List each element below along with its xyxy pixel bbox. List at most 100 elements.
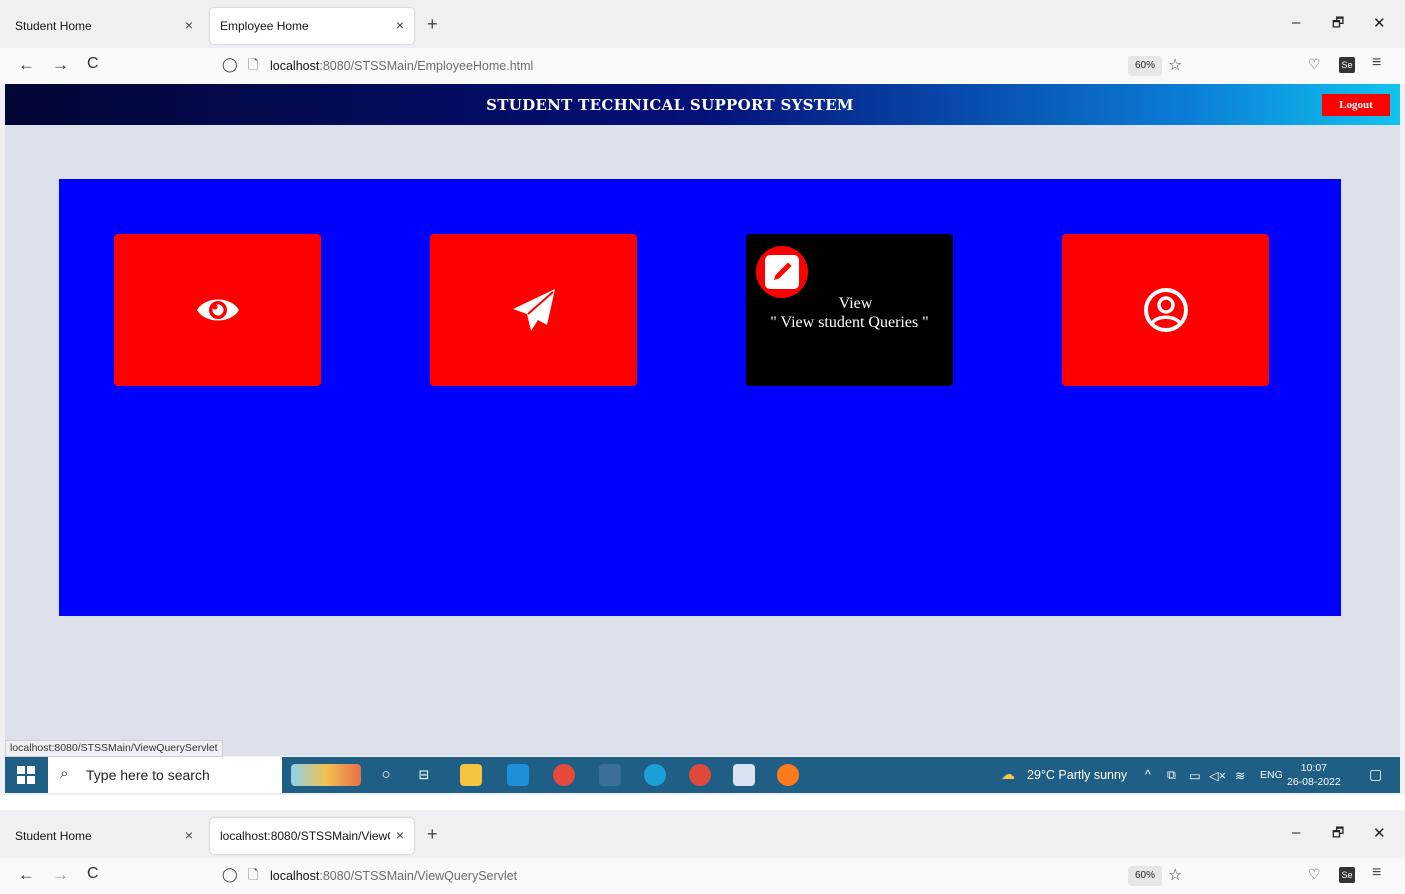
windows-taskbar: ⌕ Type here to search ○ ⊟ ☁ 29°C Partly …	[5, 757, 1400, 793]
firefox-icon[interactable]	[777, 764, 799, 786]
chrome-icon[interactable]	[553, 764, 575, 786]
forward-button[interactable]: →	[52, 55, 69, 75]
card-caption-title: View	[838, 295, 873, 312]
view-queries-card[interactable]: View " View student Queries "	[746, 234, 953, 386]
volume-icon[interactable]: ◁×	[1209, 768, 1226, 783]
close-tab-icon[interactable]: ×	[396, 827, 404, 843]
pocket-icon[interactable]: ♡	[1308, 56, 1321, 73]
send-card[interactable]	[430, 234, 637, 386]
minimize-button[interactable]: –	[1292, 14, 1300, 31]
user-circle-icon	[1143, 288, 1188, 332]
search-highlight-icon[interactable]	[291, 764, 361, 786]
clock[interactable]: 10:07 26-08-2022	[1287, 761, 1341, 789]
pocket-icon[interactable]: ♡	[1308, 866, 1321, 883]
forward-button[interactable]: →	[52, 865, 69, 885]
new-tab-button[interactable]: +	[427, 14, 438, 35]
clock-date: 26-08-2022	[1287, 776, 1341, 788]
eye-icon	[196, 299, 239, 321]
close-window-button[interactable]: ✕	[1373, 14, 1386, 32]
page-icon[interactable]: 🗋	[248, 56, 258, 78]
extension-icon[interactable]: Se	[1339, 57, 1355, 73]
app-icon[interactable]	[599, 764, 621, 786]
reload-button[interactable]: C	[87, 865, 99, 883]
minimize-button[interactable]: –	[1292, 824, 1300, 841]
site-title: STUDENT TECHNICAL SUPPORT SYSTEM	[486, 96, 854, 114]
tab-employee-home[interactable]: Employee Home ×	[210, 8, 414, 44]
profile-card[interactable]	[1062, 234, 1269, 386]
windows-start-icon[interactable]	[17, 766, 35, 784]
browser-window-employee-home: Student Home × Employee Home × + – 🗗 ✕ ←…	[0, 0, 1405, 800]
card-caption: View " View student Queries "	[746, 294, 953, 332]
site-header: STUDENT TECHNICAL SUPPORT SYSTEM Logout	[5, 84, 1400, 125]
dashboard-panel: View " View student Queries "	[59, 179, 1341, 616]
browser-icon[interactable]	[689, 764, 711, 786]
network-icon[interactable]: ⧉	[1167, 768, 1176, 783]
tab-student-home[interactable]: Student Home ×	[5, 8, 203, 44]
status-bar-link: localhost:8080/STSSMain/ViewQueryServlet	[5, 740, 223, 757]
notification-icon[interactable]: ▢	[1369, 766, 1382, 783]
restore-button[interactable]: 🗗	[1332, 14, 1344, 36]
url-host: localhost	[270, 869, 320, 883]
tab-strip: Student Home × Employee Home × + – 🗗 ✕	[0, 0, 1405, 48]
tab-label: Student Home	[15, 19, 92, 33]
edge-icon[interactable]	[644, 764, 666, 786]
wifi-icon[interactable]: ≋	[1235, 768, 1245, 783]
url-bar[interactable]: ◯ 🗋 localhost:8080/STSSMain/ViewQuerySer…	[208, 862, 1198, 890]
language-indicator[interactable]: ENG	[1260, 769, 1283, 781]
edit-badge	[756, 246, 808, 298]
virtualbox-icon[interactable]	[733, 764, 755, 786]
close-window-button[interactable]: ✕	[1373, 824, 1386, 842]
extension-icon[interactable]: Se	[1339, 867, 1355, 883]
zoom-level[interactable]: 60%	[1128, 56, 1162, 76]
clock-time: 10:07	[1300, 762, 1327, 774]
tab-label: Employee Home	[220, 19, 309, 33]
menu-icon[interactable]: ≡	[1372, 864, 1381, 882]
file-explorer-icon[interactable]	[460, 764, 482, 786]
browser-window-view-queries: Student Home × localhost:8080/STSSMain/V…	[0, 810, 1405, 894]
bookmark-star-icon[interactable]: ☆	[1168, 55, 1182, 75]
menu-icon[interactable]: ≡	[1372, 54, 1381, 72]
back-button[interactable]: ←	[18, 55, 35, 75]
mail-icon[interactable]	[507, 764, 529, 786]
view-card[interactable]	[114, 234, 321, 386]
weather-text[interactable]: 29°C Partly sunny	[1027, 768, 1127, 782]
paper-plane-icon	[512, 289, 555, 331]
tab-view-query[interactable]: localhost:8080/STSSMain/ViewQuer ×	[210, 818, 414, 854]
tab-strip: Student Home × localhost:8080/STSSMain/V…	[0, 810, 1405, 858]
reload-button[interactable]: C	[87, 55, 99, 73]
logout-button[interactable]: Logout	[1322, 94, 1390, 116]
taskbar-search[interactable]: ⌕ Type here to search	[48, 757, 282, 793]
url-text[interactable]: localhost:8080/STSSMain/EmployeeHome.htm…	[270, 59, 533, 73]
close-tab-icon[interactable]: ×	[185, 17, 193, 33]
pencil-icon	[765, 255, 799, 289]
search-placeholder: Type here to search	[86, 767, 210, 783]
shield-icon[interactable]: ◯	[222, 56, 238, 73]
zoom-level[interactable]: 60%	[1128, 866, 1162, 886]
back-button[interactable]: ←	[18, 865, 35, 885]
navigation-toolbar: ← → C ◯ 🗋 localhost:8080/STSSMain/ViewQu…	[0, 858, 1405, 894]
url-path: :8080/STSSMain/ViewQueryServlet	[319, 869, 518, 883]
close-tab-icon[interactable]: ×	[396, 17, 404, 33]
restore-button[interactable]: 🗗	[1332, 824, 1344, 846]
screenshot-gap	[0, 795, 1405, 810]
tab-label: localhost:8080/STSSMain/ViewQuer	[220, 829, 390, 843]
url-text[interactable]: localhost:8080/STSSMain/ViewQueryServlet	[270, 869, 517, 883]
shield-icon[interactable]: ◯	[222, 866, 238, 883]
weather-icon[interactable]: ☁	[1001, 766, 1015, 783]
tab-label: Student Home	[15, 829, 92, 843]
tray-chevron-icon[interactable]: ^	[1145, 768, 1151, 782]
search-icon: ⌕	[60, 765, 69, 782]
url-host: localhost	[270, 59, 320, 73]
close-tab-icon[interactable]: ×	[185, 827, 193, 843]
page-icon[interactable]: 🗋	[248, 866, 258, 888]
url-bar[interactable]: ◯ 🗋 localhost:8080/STSSMain/EmployeeHome…	[208, 52, 1198, 80]
cortana-icon[interactable]: ○	[375, 764, 397, 786]
card-caption-subtitle: " View student Queries "	[770, 314, 929, 331]
new-tab-button[interactable]: +	[427, 824, 438, 845]
task-view-icon[interactable]: ⊟	[413, 764, 435, 786]
navigation-toolbar: ← → C ◯ 🗋 localhost:8080/STSSMain/Employ…	[0, 48, 1405, 84]
bookmark-star-icon[interactable]: ☆	[1168, 865, 1182, 885]
battery-icon[interactable]: ▭	[1189, 768, 1201, 783]
page-content: STUDENT TECHNICAL SUPPORT SYSTEM Logout	[5, 84, 1400, 756]
tab-student-home[interactable]: Student Home ×	[5, 818, 203, 854]
